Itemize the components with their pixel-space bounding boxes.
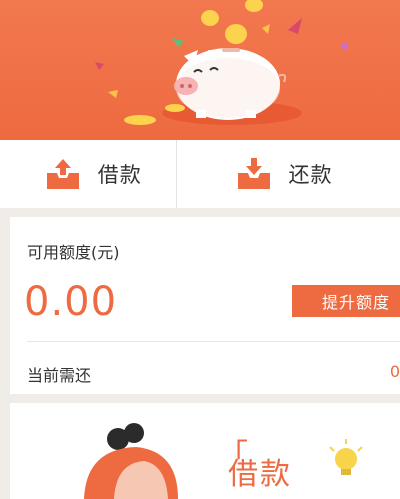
confetti-icon xyxy=(172,38,184,47)
upload-tray-icon xyxy=(46,159,79,189)
repay-button[interactable]: 还款 xyxy=(177,140,400,208)
coin-slot xyxy=(222,48,240,52)
action-row: 借款 还款 xyxy=(0,140,400,208)
pig-snout xyxy=(174,77,198,95)
promo-title: 借款 xyxy=(228,457,292,492)
coin-icon xyxy=(165,104,185,112)
confetti-icon xyxy=(108,90,118,98)
available-credit-label: 可用额度(元) xyxy=(27,243,120,262)
coin-icon xyxy=(245,0,263,12)
confetti-icon xyxy=(262,24,270,34)
coin-icon xyxy=(225,24,247,44)
app-page: 借款 还款 可用额度(元) 0.00 提升额度 当前需还 0 「 借款 xyxy=(0,0,400,499)
credit-card: 可用额度(元) 0.00 提升额度 当前需还 0 xyxy=(10,217,400,394)
raise-limit-button[interactable]: 提升额度 xyxy=(292,285,400,317)
coin-icon xyxy=(201,10,219,26)
current-due-label: 当前需还 xyxy=(27,366,92,385)
promo-banner[interactable]: 「 借款 xyxy=(10,403,400,499)
divider xyxy=(27,341,400,342)
available-credit-amount: 0.00 xyxy=(24,279,118,325)
confetti-icon xyxy=(340,42,348,52)
confetti-icon xyxy=(288,18,302,34)
lightbulb-icon xyxy=(335,448,357,470)
borrow-button[interactable]: 借款 xyxy=(0,140,177,208)
top-banner xyxy=(0,0,400,140)
repay-label: 还款 xyxy=(288,163,333,187)
download-tray-icon xyxy=(237,158,270,189)
current-due-value: 0 xyxy=(389,362,400,381)
borrow-label: 借款 xyxy=(97,163,142,187)
confetti-icon xyxy=(95,62,104,70)
piggy-bank-illustration xyxy=(95,0,348,125)
promo-character-illustration: 「 xyxy=(84,423,363,499)
coin-icon xyxy=(124,115,156,125)
